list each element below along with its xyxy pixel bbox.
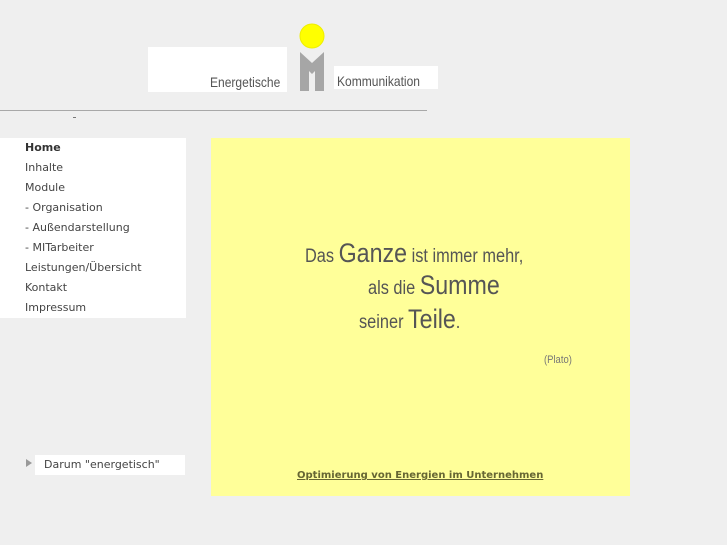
quote-word-teile: Teile (408, 304, 456, 334)
quote-line-2: als die Summe (368, 270, 500, 301)
nav-item-impressum[interactable]: Impressum (0, 300, 186, 320)
quote-line-3-a: seiner (359, 312, 409, 333)
nav-item-mitarbeiter[interactable]: - MITarbeiter (0, 240, 186, 260)
nav-item-inhalte[interactable]: Inhalte (0, 160, 186, 180)
quote-panel: Das Ganze ist immer mehr, als die Summe … (211, 138, 630, 496)
quote-line-1: Das Ganze ist immer mehr, (305, 238, 523, 269)
quote-word-summe: Summe (419, 270, 500, 300)
header-dot (73, 117, 76, 118)
quote-line-1-a: Das (305, 246, 339, 267)
sun-icon (299, 23, 325, 49)
sun-and-m-logo-icon (299, 23, 325, 91)
quote-word-ganze: Ganze (338, 238, 408, 268)
optimierung-link[interactable]: Optimierung von Energien im Unternehmen (297, 470, 543, 481)
quote-line-3: seiner Teile. (359, 304, 460, 335)
header-divider (0, 110, 427, 111)
nav-item-home[interactable]: Home (0, 140, 186, 160)
quote-line-3-c: . (455, 312, 461, 333)
nav-item-organisation[interactable]: - Organisation (0, 200, 186, 220)
quote-line-2-a: als die (368, 278, 420, 299)
quote-line-1-c: ist immer mehr, (407, 246, 524, 267)
sidebar-nav: Home Inhalte Module - Organisation - Auß… (0, 138, 186, 318)
m-letter-icon (300, 52, 324, 91)
logo-text-energetische: Energetische (210, 74, 281, 90)
nav-item-module[interactable]: Module (0, 180, 186, 200)
quote-attribution: (Plato) (544, 354, 572, 366)
play-arrow-icon (26, 459, 32, 467)
nav-item-aussendarstellung[interactable]: - Außendarstellung (0, 220, 186, 240)
nav-item-leistungen[interactable]: Leistungen/Übersicht (0, 260, 186, 280)
logo-text-kommunikation: Kommunikation (337, 73, 420, 89)
nav-item-kontakt[interactable]: Kontakt (0, 280, 186, 300)
darum-energetisch-link[interactable]: Darum "energetisch" (35, 455, 185, 475)
page: Energetische Kommunikation Home Inhalte … (0, 0, 727, 545)
